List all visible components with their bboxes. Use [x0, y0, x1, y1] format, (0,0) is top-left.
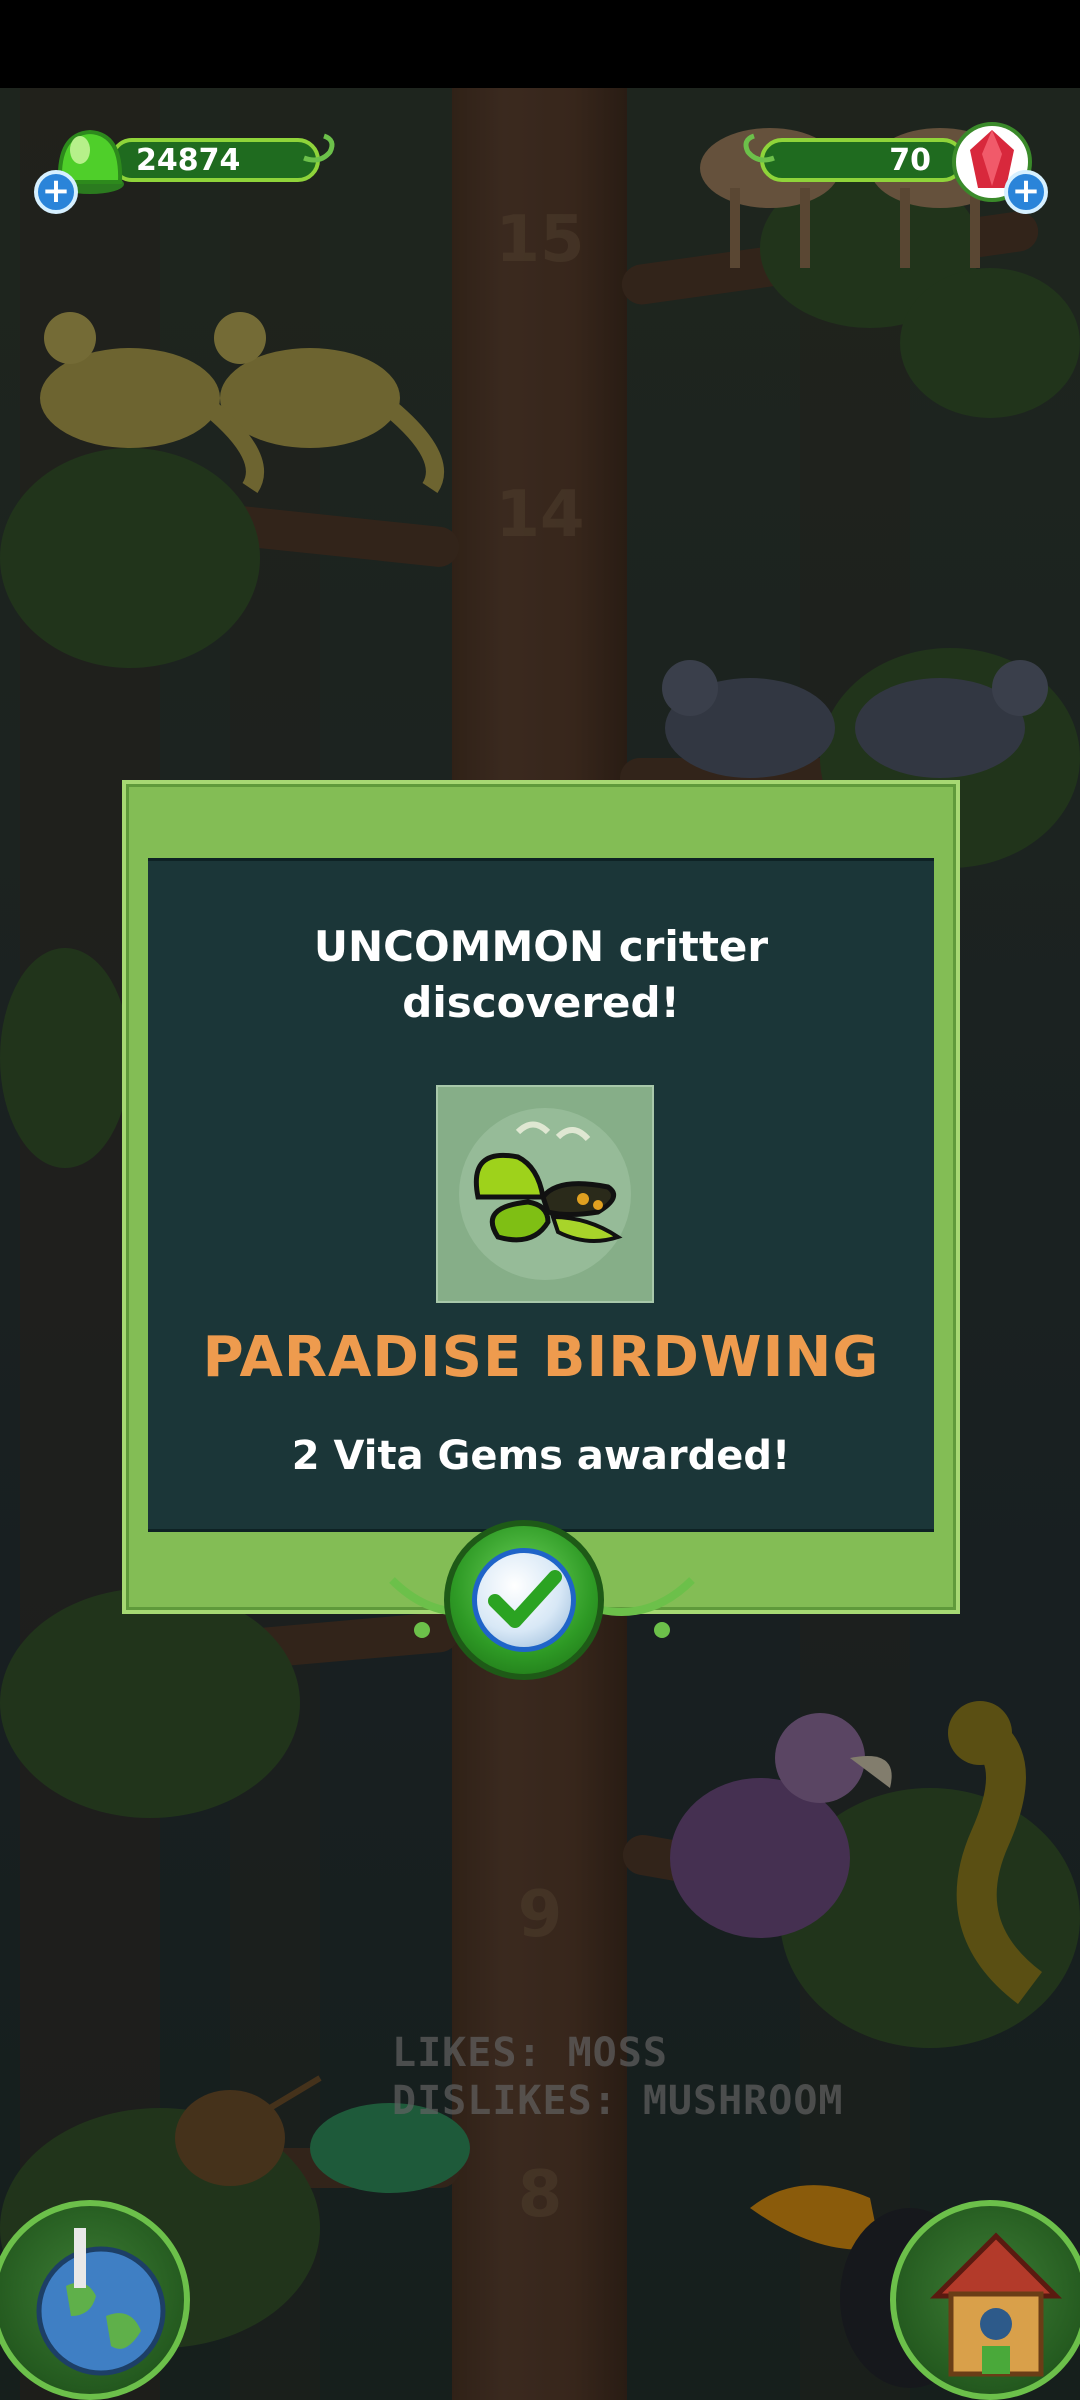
add-jelly-button[interactable]: + — [34, 170, 78, 214]
status-bar — [0, 0, 1080, 88]
dialog-header-line1: UNCOMMON critter — [313, 922, 769, 971]
gem-count: 70 — [889, 142, 931, 178]
vine-curl-icon — [743, 133, 775, 163]
dialog-header-line2: discovered! — [402, 978, 680, 1027]
critter-name: PARADISE BIRDWING — [202, 1325, 880, 1390]
discovery-dialog: UNCOMMON critter discovered! PARADISE BI… — [122, 780, 960, 1614]
globe-icon — [36, 2228, 166, 2376]
confirm-button-wrap — [372, 1520, 712, 1700]
confirm-inner — [472, 1548, 576, 1652]
checkmark-icon — [488, 1570, 562, 1628]
gem-count-bar: 70 — [760, 138, 965, 182]
reward-text: 2 Vita Gems awarded! — [291, 1433, 791, 1479]
confirm-button[interactable] — [444, 1520, 604, 1680]
jelly-count-bar: 24874 — [110, 138, 320, 182]
birdhouse-icon — [929, 2232, 1063, 2377]
butterfly-icon — [459, 1108, 631, 1280]
jelly-count: 24874 — [136, 142, 241, 178]
dialog-header: UNCOMMON critter discovered! — [148, 919, 934, 1031]
critter-thumbnail — [436, 1085, 654, 1303]
dialog-panel: UNCOMMON critter discovered! PARADISE BI… — [148, 858, 934, 1532]
add-gems-button[interactable]: + — [1004, 170, 1048, 214]
vine-curl-icon — [303, 133, 335, 163]
home-button[interactable] — [890, 2200, 1080, 2400]
